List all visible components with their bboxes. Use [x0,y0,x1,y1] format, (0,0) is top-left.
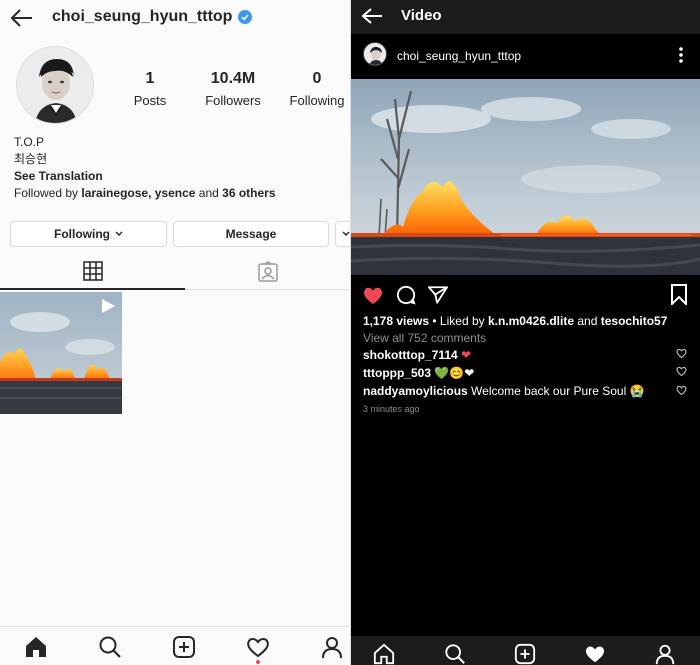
profile-icon[interactable] [654,643,676,665]
new-post-icon[interactable] [514,643,536,665]
see-translation-link[interactable]: See Translation [14,168,276,185]
followers-count: 10.4M [210,70,256,87]
back-arrow-icon[interactable] [10,8,34,28]
comment-row: shokotttop_7114 ❤ [363,348,471,362]
post-actions [351,281,700,309]
posts-count: 1 [145,70,155,87]
notification-dot [256,660,260,664]
comment-like-icon[interactable] [676,385,687,395]
activity-heart-icon[interactable] [246,635,270,659]
comment-text: ❤ [461,348,472,362]
comment-row: naddyamoylicious Welcome back our Pure S… [363,384,645,398]
profile-username: choi_seung_hyun_tttop [52,8,253,26]
username-text: choi_seung_hyun_tttop [52,8,233,25]
comment-icon[interactable] [396,285,416,305]
video-header: Video [351,0,700,34]
comment-row: tttoppp_503 💚😊❤ [363,366,474,380]
chevron-down-icon [342,231,350,236]
stat-following[interactable]: 0 Following [288,70,346,108]
stat-posts: 1 Posts [130,70,170,108]
search-icon[interactable] [444,643,466,665]
search-icon[interactable] [98,635,122,659]
following-button[interactable]: Following [10,221,167,247]
comment-username[interactable]: shokotttop_7114 [363,348,458,362]
tab-grid[interactable] [0,254,185,290]
stat-followers[interactable]: 10.4M Followers [200,70,266,108]
comment-text: 💚😊❤ [434,366,475,380]
chevron-down-icon [115,231,123,236]
post-thumbnail[interactable] [0,292,122,414]
comment-text: Welcome back our Pure Soul 😭 [471,384,645,398]
bottom-navigation [0,626,350,665]
grid-icon [82,261,103,281]
tab-tagged[interactable] [185,254,350,290]
save-bookmark-icon[interactable] [670,284,688,305]
post-author-row: choi_seung_hyun_tttop [351,36,700,78]
views-and-likes[interactable]: 1,178 views • Liked by k.n.m0426.dlite a… [363,314,667,328]
comment-username[interactable]: tttoppp_503 [363,366,431,380]
bottom-navigation [351,636,700,665]
more-options-icon[interactable] [678,46,684,64]
profile-screen: choi_seung_hyun_tttop 1 Posts 10.4M Foll… [0,0,350,665]
profile-bio: T.O.P 최승현 See Translation Followed by la… [14,134,276,202]
like-heart-icon[interactable] [362,285,384,305]
video-player[interactable] [351,79,700,275]
view-all-comments-link[interactable]: View all 752 comments [363,331,486,345]
display-name: T.O.P [14,135,45,149]
comment-like-icon[interactable] [676,366,687,376]
profile-icon[interactable] [320,635,344,659]
profile-avatar[interactable] [16,46,94,124]
korean-name: 최승현 [14,152,48,166]
profile-header: choi_seung_hyun_tttop [0,0,350,36]
tagged-photos-icon [257,261,278,282]
post-timestamp: 3 minutes ago [363,404,420,414]
following-label: Following [289,93,345,108]
following-count: 0 [312,70,322,87]
new-post-icon[interactable] [172,635,196,659]
message-button[interactable]: Message [173,221,329,247]
activity-heart-icon[interactable] [584,643,606,665]
home-icon[interactable] [24,635,48,659]
header-title: Video [401,7,442,24]
comment-like-icon[interactable] [676,348,687,358]
share-icon[interactable] [428,285,448,304]
profile-tabs [0,254,350,290]
posts-label: Posts [133,93,167,108]
video-post-screen: Video choi_seung_hyun_tttop 1,178 views … [351,0,700,665]
back-arrow-icon[interactable] [361,7,383,25]
home-icon[interactable] [373,643,395,665]
comment-username[interactable]: naddyamoylicious [363,384,468,398]
suggested-users-button[interactable] [335,221,350,247]
author-avatar[interactable] [363,42,387,66]
video-play-icon [102,299,115,313]
author-username[interactable]: choi_seung_hyun_tttop [397,49,521,63]
followed-by-text[interactable]: Followed by larainegose, ysence and 36 o… [14,185,276,202]
verified-badge-icon [238,10,253,24]
followers-label: Followers [205,93,261,108]
